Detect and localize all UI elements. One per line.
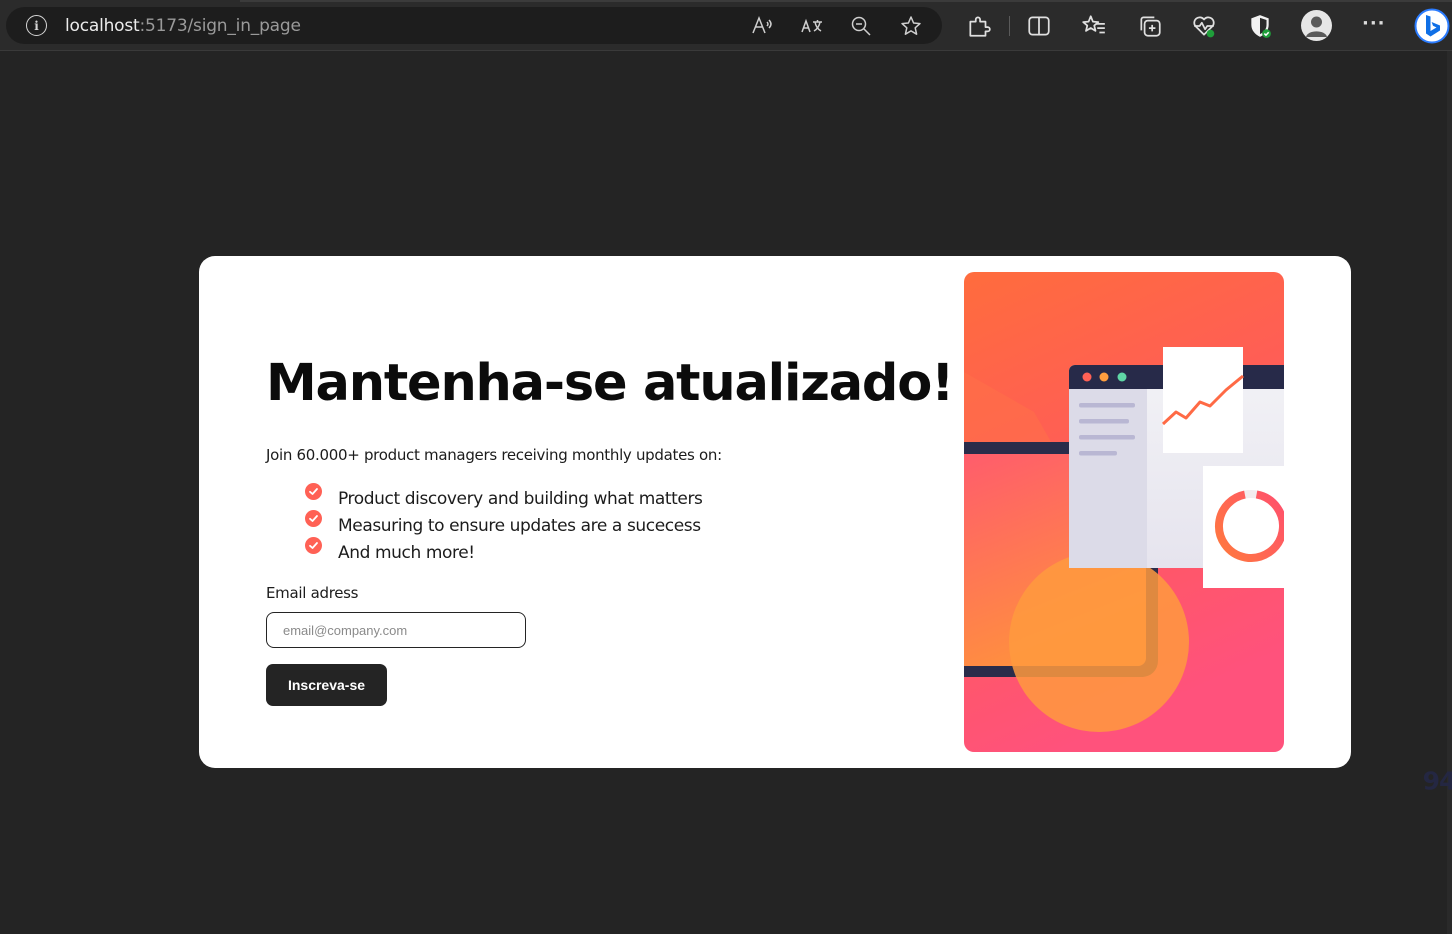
url-text[interactable]: localhost:5173/sign_in_page <box>65 16 301 36</box>
newsletter-card: Mantenha-se atualizado! Join 60.000+ pro… <box>199 256 1452 796</box>
translate-icon[interactable] <box>800 14 824 38</box>
check-circle-icon <box>305 537 322 554</box>
read-aloud-icon[interactable] <box>750 14 774 38</box>
page-title: Mantenha-se atualizado! <box>266 354 954 413</box>
email-field[interactable] <box>266 612 526 648</box>
split-screen-icon[interactable] <box>1026 13 1052 39</box>
email-label: Email adress <box>266 584 359 602</box>
browser-essentials-icon[interactable] <box>1191 13 1217 39</box>
url-path: :5173/sign_in_page <box>139 16 301 36</box>
score-value: 94 <box>1422 766 1452 796</box>
feature-list: Product discovery and building what matt… <box>305 483 703 564</box>
page-scrollbar[interactable] <box>1447 51 1452 934</box>
dashboard-illustration <box>964 272 1284 752</box>
check-circle-icon <box>305 510 322 527</box>
intro-text: Join 60.000+ product managers receiving … <box>266 446 722 464</box>
feature-text: And much more! <box>338 542 475 563</box>
list-item: Measuring to ensure updates are a sucece… <box>305 510 703 537</box>
feature-text: Measuring to ensure updates are a sucece… <box>338 515 701 536</box>
profile-avatar-glyph <box>1306 16 1327 37</box>
url-host: localhost <box>65 16 140 36</box>
profile-icon[interactable] <box>1301 10 1332 41</box>
tab-strip-edge <box>240 0 1452 2</box>
bing-copilot-icon[interactable] <box>1414 8 1450 44</box>
subscribe-button[interactable]: Inscreva-se <box>266 664 387 706</box>
toolbar-separator <box>1009 16 1010 36</box>
favorite-star-icon[interactable] <box>899 14 923 38</box>
address-bar[interactable]: i localhost:5173/sign_in_page <box>6 7 942 44</box>
list-item: Product discovery and building what matt… <box>305 483 703 510</box>
list-item: And much more! <box>305 537 703 564</box>
browser-toolbar: i localhost:5173/sign_in_page ··· <box>0 0 1452 51</box>
security-shield-icon[interactable] <box>1247 13 1273 39</box>
feature-text: Product discovery and building what matt… <box>338 488 703 509</box>
favorites-icon[interactable] <box>1081 13 1107 39</box>
collections-icon[interactable] <box>1137 13 1163 39</box>
more-icon[interactable]: ··· <box>1362 13 1386 34</box>
zoom-out-icon[interactable] <box>849 14 873 38</box>
extensions-icon[interactable] <box>966 13 992 39</box>
site-info-icon[interactable]: i <box>26 15 47 36</box>
check-circle-icon <box>305 483 322 500</box>
